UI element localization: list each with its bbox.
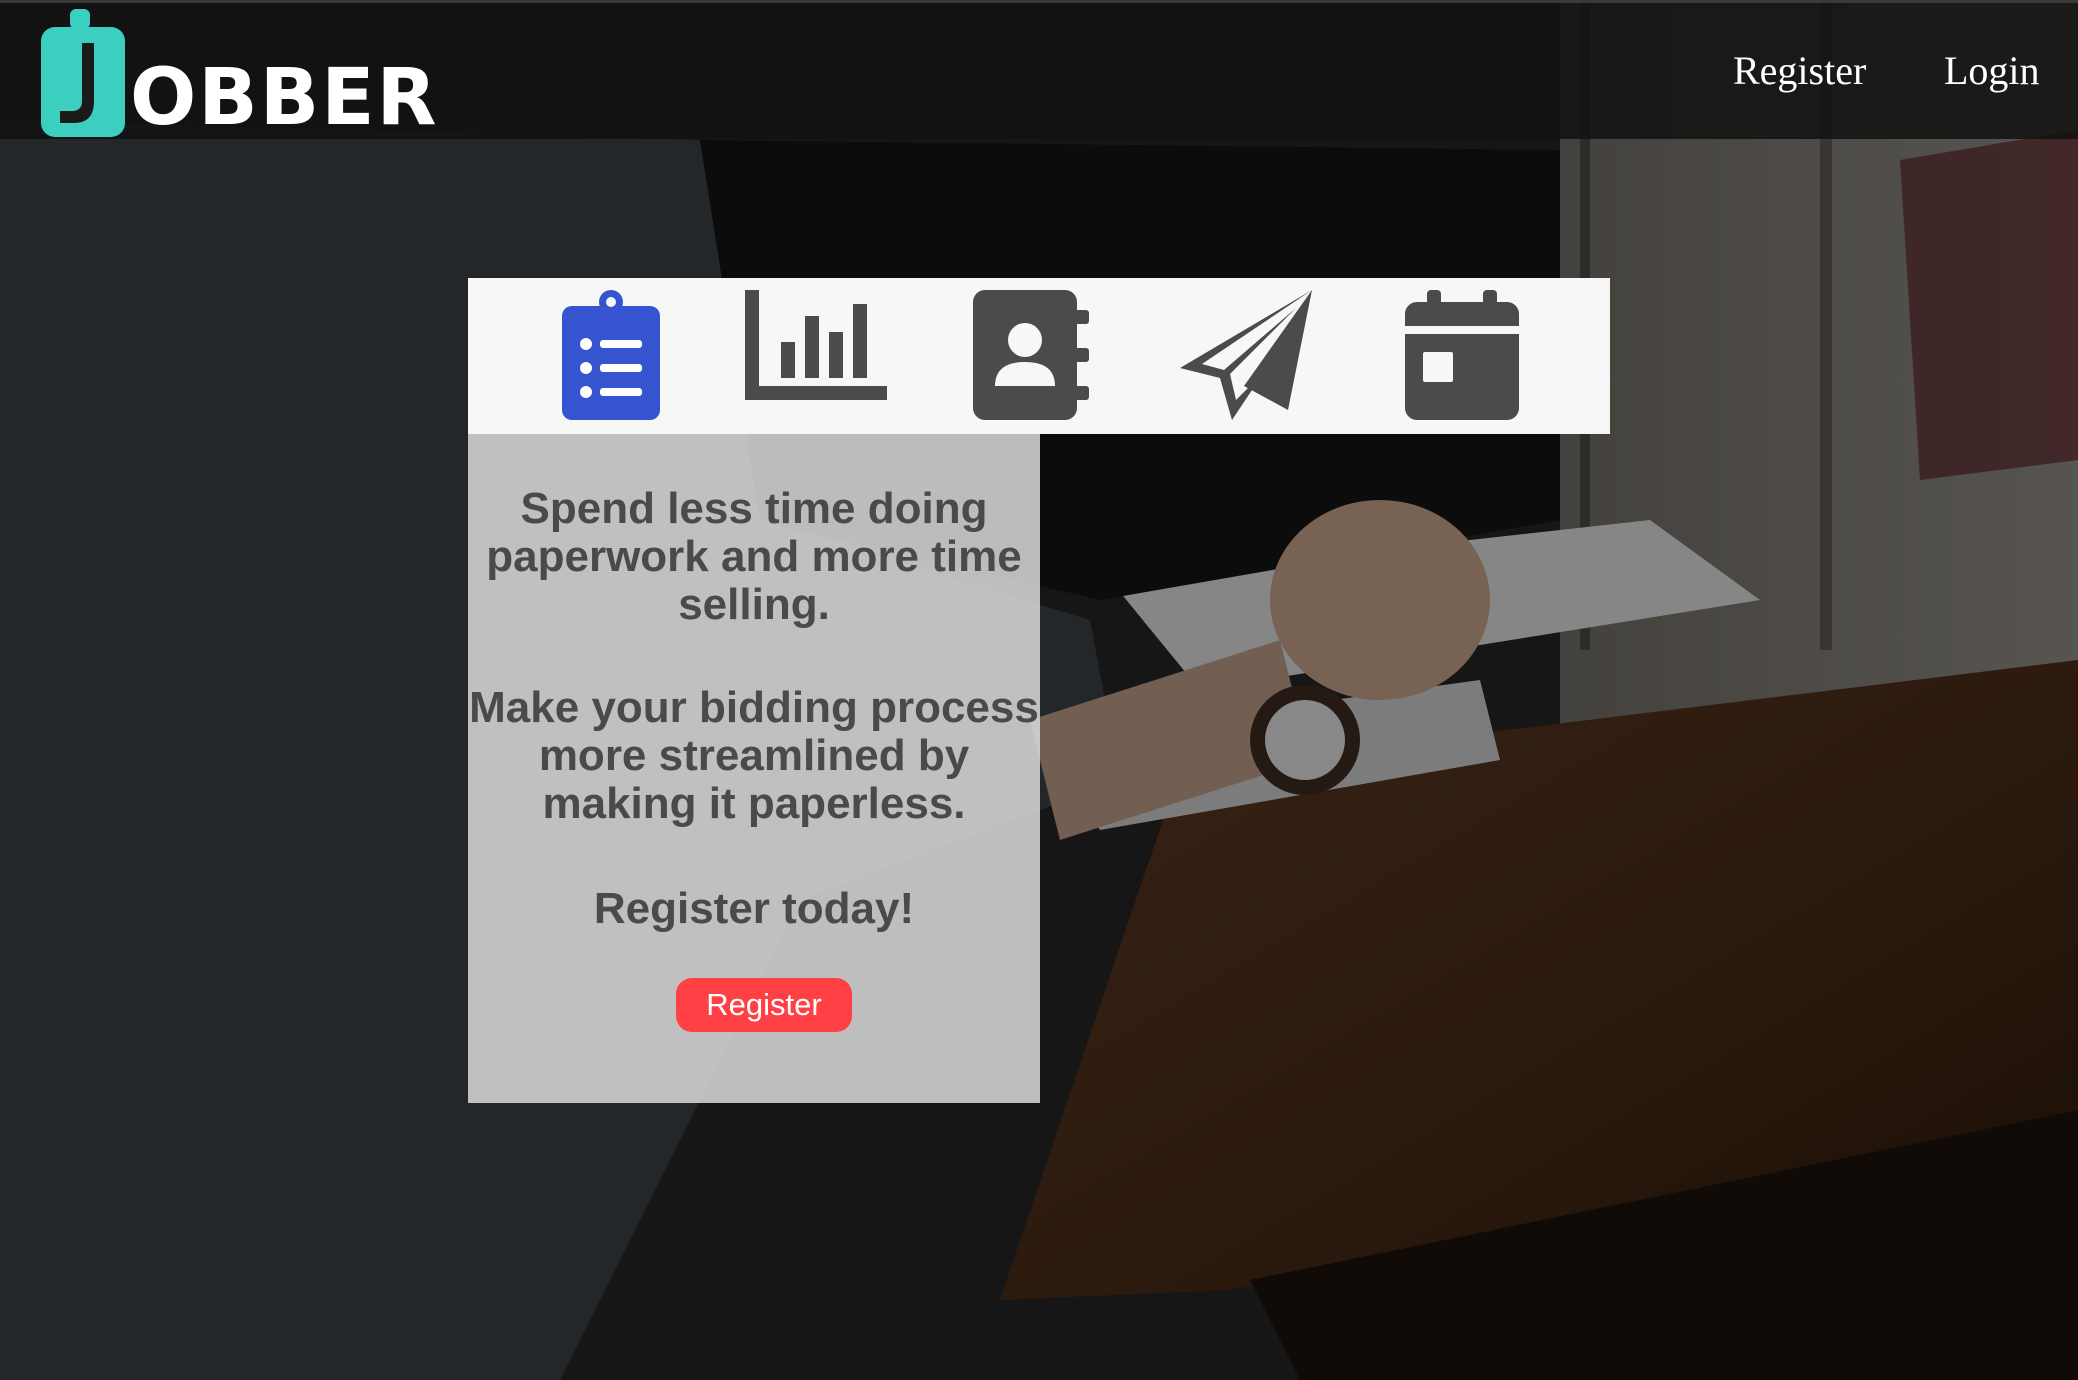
brand-name: OBBER	[130, 53, 439, 143]
pitch-text: Make your bidding process more streamlin…	[469, 683, 1039, 828]
paper-plane-icon[interactable]	[1180, 290, 1312, 420]
bar-chart-icon[interactable]	[745, 290, 887, 402]
top-navbar: OBBER Register Login	[0, 0, 2078, 139]
info-panel: Spend less time doing paperwork and more…	[468, 434, 1040, 1103]
address-book-icon[interactable]	[973, 290, 1089, 420]
calendar-icon[interactable]	[1405, 290, 1519, 420]
call-to-action-text: Register today!	[593, 884, 915, 933]
nav-register-link[interactable]: Register	[1733, 47, 1866, 94]
clipboard-logo-icon	[41, 9, 125, 137]
feature-icon-bar	[468, 278, 1610, 434]
brand-logo[interactable]: OBBER	[38, 9, 437, 139]
nav-login-link[interactable]: Login	[1944, 47, 2040, 94]
tagline-text: Spend less time doing paperwork and more…	[486, 484, 1022, 629]
register-button[interactable]: Register	[676, 978, 852, 1032]
clipboard-list-icon[interactable]	[562, 290, 660, 420]
